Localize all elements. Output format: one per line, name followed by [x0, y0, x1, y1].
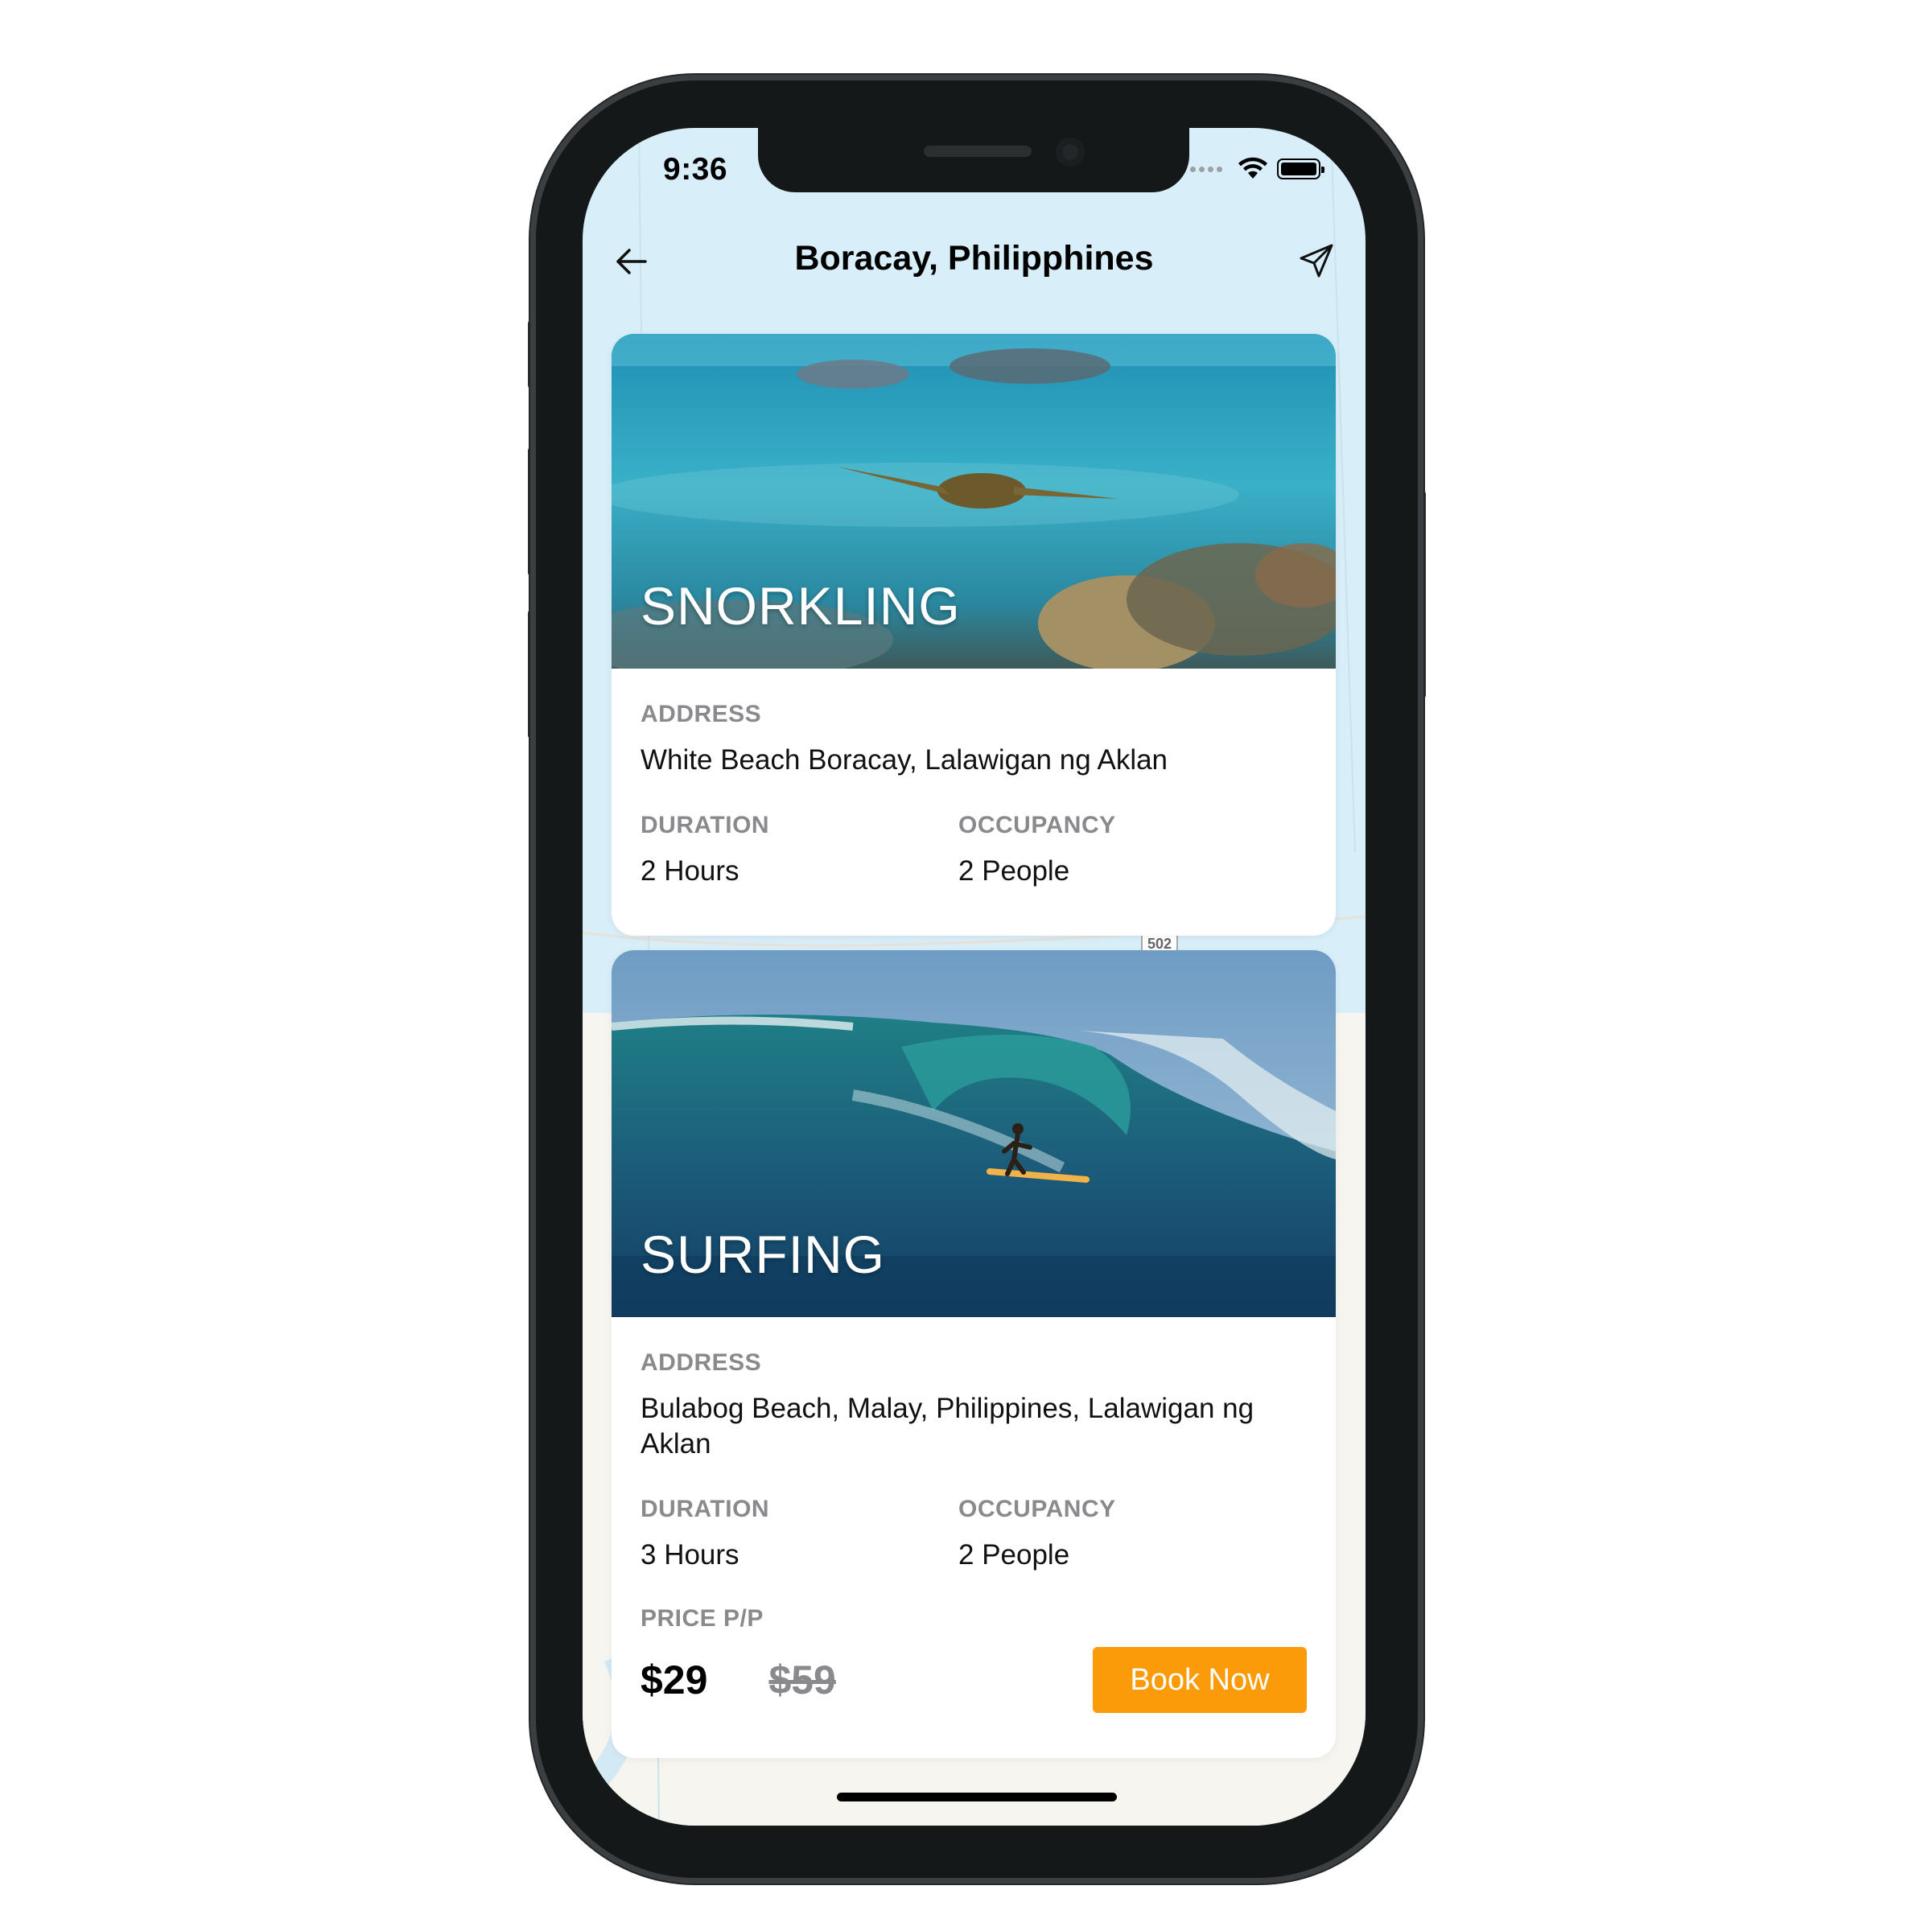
- occupancy-value: 2 People: [958, 855, 1070, 887]
- address-label: ADDRESS: [641, 1349, 762, 1376]
- activity-card-snorkeling[interactable]: SNORKLING ADDRESS White Beach Boracay, L…: [612, 334, 1336, 936]
- duration-label: DURATION: [641, 1496, 770, 1522]
- device-scene: 502 9:36 Boracay, Philipphines SNORKLING…: [0, 0, 1932, 1931]
- cellular-signal-icon: [1190, 166, 1222, 172]
- home-indicator[interactable]: [837, 1793, 1117, 1801]
- wifi-icon: [1238, 157, 1267, 179]
- occupancy-value: 2 People: [958, 1539, 1070, 1571]
- activity-title: SURFING: [641, 1225, 885, 1284]
- price-label: PRICE P/P: [641, 1605, 764, 1632]
- price-row: $29 $59 Book Now: [641, 1647, 1307, 1713]
- activity-details: ADDRESS White Beach Boracay, Lalawigan n…: [612, 701, 1336, 889]
- battery-icon: [1277, 159, 1324, 179]
- activity-details: ADDRESS Bulabog Beach, Malay, Philippine…: [612, 1349, 1336, 1713]
- surfing-image: SURFING: [612, 950, 1336, 1317]
- snorkeling-image: SNORKLING: [612, 334, 1336, 669]
- duration-label: DURATION: [641, 812, 770, 838]
- app-screen: 502 9:36 Boracay, Philipphines SNORKLING…: [583, 128, 1366, 1826]
- book-now-button[interactable]: Book Now: [1093, 1647, 1307, 1713]
- send-icon[interactable]: [1296, 241, 1337, 281]
- duration-value: 3 Hours: [641, 1539, 739, 1571]
- address-value: Bulabog Beach, Malay, Philippines, Lalaw…: [641, 1393, 1254, 1460]
- status-icons: [1190, 157, 1324, 181]
- notch: [758, 128, 1189, 192]
- occupancy-label: OCCUPANCY: [958, 1496, 1116, 1522]
- earpiece-speaker: [924, 146, 1032, 157]
- current-price: $29: [641, 1657, 708, 1702]
- page-title: Boracay, Philipphines: [794, 239, 1154, 278]
- occupancy-label: OCCUPANCY: [958, 812, 1116, 838]
- activity-title: SNORKLING: [641, 576, 961, 636]
- status-time: 9:36: [663, 152, 728, 187]
- address-value: White Beach Boracay, Lalawigan ng Aklan: [641, 744, 1168, 776]
- address-label: ADDRESS: [641, 701, 762, 727]
- activity-card-surfing[interactable]: SURFING ADDRESS Bulabog Beach, Malay, Ph…: [612, 950, 1336, 1758]
- front-camera: [1056, 138, 1085, 167]
- original-price: $59: [768, 1657, 836, 1702]
- duration-value: 2 Hours: [641, 855, 739, 887]
